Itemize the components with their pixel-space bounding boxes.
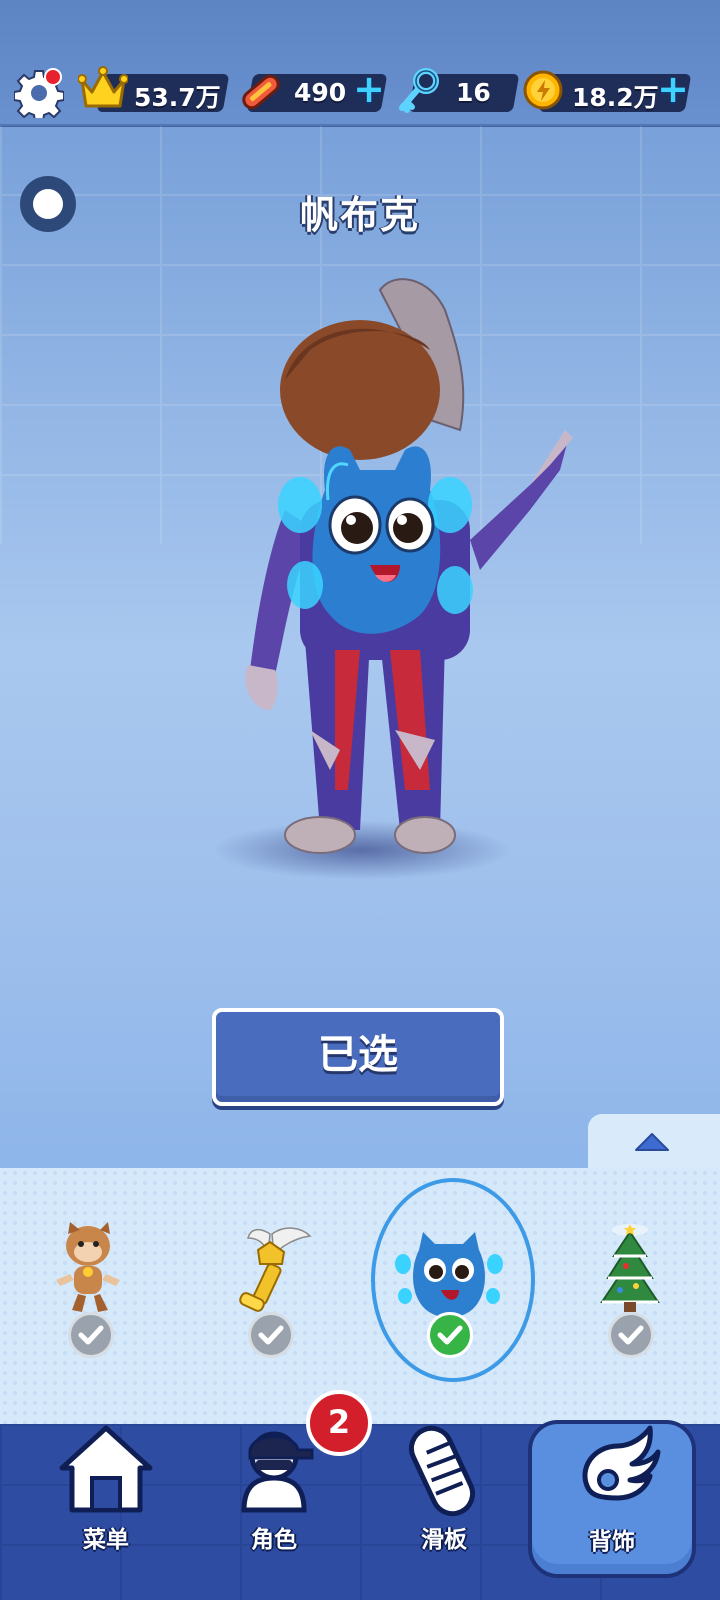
selected-button[interactable]: 已选 [212,1008,504,1106]
coin-icon [523,70,563,110]
chevron-up-icon [635,1133,669,1151]
notification-badge: 2 [306,1390,372,1456]
hamster-pet-icon [56,1222,120,1312]
home-icon [59,1425,153,1513]
item-title: 帆布克 [299,193,420,237]
skateboard-icon [408,1425,476,1517]
owned-check-icon [248,1312,294,1358]
selected-check-icon [427,1312,473,1358]
settings-button[interactable] [13,68,65,122]
tray-item-trophy[interactable] [210,1220,330,1370]
board-value: 490 [294,78,347,107]
owned-check-icon [68,1312,114,1358]
character-preview [245,278,573,854]
golden-trophy-icon [239,1227,312,1312]
key-icon [399,68,439,113]
crown-icon [78,66,128,108]
blue-monster-backpack-icon [395,1232,503,1318]
crown-value: 53.7万 [134,83,221,112]
add-coin-button[interactable]: + [656,70,690,108]
owned-check-icon [608,1312,654,1358]
tab-back-accessory[interactable]: 背饰 [528,1420,696,1578]
tab-skateboard-label: 滑板 [421,1527,467,1553]
skateboard-currency-icon [242,74,280,110]
tab-skateboard[interactable]: 滑板 [364,1420,524,1570]
christmas-tree-icon [600,1224,660,1312]
key-value: 16 [456,78,491,107]
tab-menu[interactable]: 菜单 [26,1420,186,1570]
wing-icon [582,1425,661,1501]
notification-dot [44,68,62,86]
tray-item-blue-monster[interactable] [389,1220,509,1370]
coin-value: 18.2万 [572,83,659,112]
tab-character-label: 角色 [251,1527,297,1553]
tray-item-christmas-tree[interactable] [570,1220,690,1370]
tab-menu-label: 菜单 [83,1527,129,1553]
expand-tray-button[interactable] [588,1114,720,1172]
tray-item-hamster[interactable] [30,1220,150,1370]
add-board-button[interactable]: + [352,70,386,108]
tab-back-accessory-label: 背饰 [589,1529,635,1555]
